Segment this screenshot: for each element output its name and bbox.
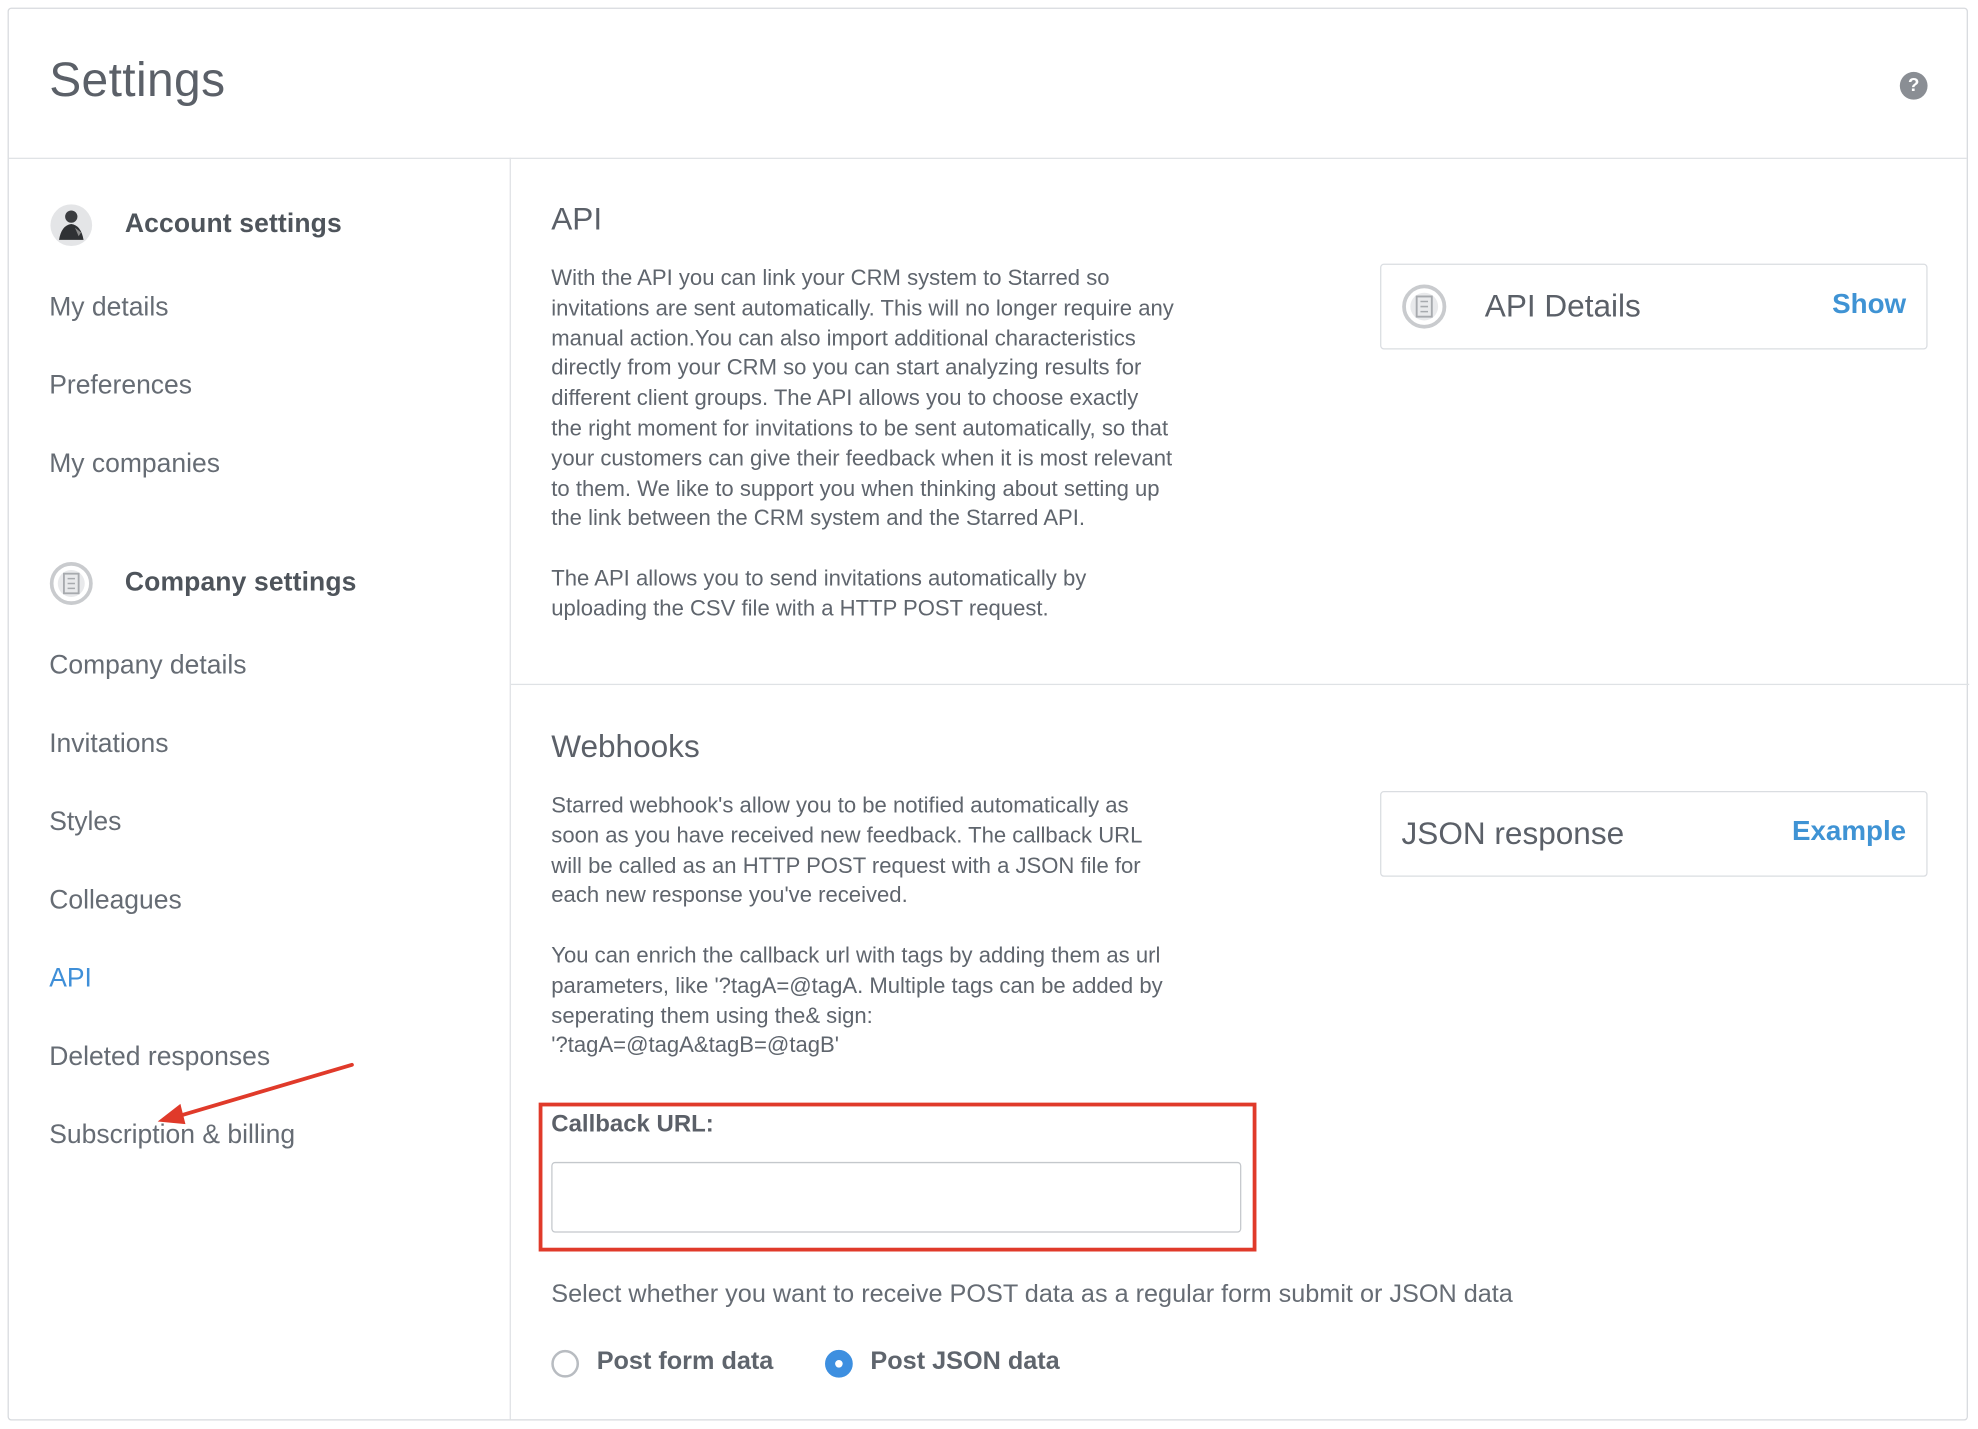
api-description: With the API you can link your CRM syste…: [551, 264, 1174, 534]
webhooks-tags-description: You can enrich the callback url with tag…: [551, 941, 1162, 1061]
api-text-line: uploading the CSV file with a HTTP POST …: [551, 595, 1049, 621]
api-description-2: The API allows you to send invitations a…: [551, 564, 1086, 624]
api-text-line: The API allows you to send invitations a…: [551, 565, 1087, 591]
account-settings-header: Account settings: [49, 201, 491, 251]
annotation-arrow-icon: [157, 1062, 354, 1125]
post-form-data-label[interactable]: Post form data: [597, 1347, 774, 1376]
webhooks-section: Webhooks Starred webhook's allow you to …: [511, 685, 1969, 1429]
callback-url-label: Callback URL:: [551, 1111, 714, 1138]
show-api-details-link[interactable]: Show: [1832, 288, 1906, 321]
user-avatar-icon: [50, 204, 93, 247]
sidebar-item-my-details[interactable]: My details: [49, 293, 168, 323]
sidebar-item-invitations[interactable]: Invitations: [49, 729, 168, 759]
webhooks-text-line: soon as you have received new feedback. …: [551, 822, 1143, 848]
api-section-title: API: [551, 201, 603, 238]
company-settings-label: Company settings: [124, 567, 357, 597]
webhooks-text-line: Starred webhook's allow you to be notifi…: [551, 792, 1129, 818]
json-response-card: JSON response Example: [1380, 791, 1928, 877]
webhooks-text-line: '?tagA=@tagA&tagB=@tagB': [551, 1032, 839, 1058]
sidebar: Account settings My details Preferences …: [9, 157, 511, 1420]
webhooks-text-line: seperating them using the& sign:: [551, 1002, 873, 1028]
sidebar-item-api[interactable]: API: [49, 964, 92, 994]
post-format-instruction: Select whether you want to receive POST …: [551, 1280, 1513, 1309]
page-header: Settings ?: [8, 9, 1967, 159]
api-text-line: the link between the CRM system and the …: [551, 505, 1086, 531]
sidebar-item-my-companies[interactable]: My companies: [49, 449, 220, 479]
sidebar-item-preferences[interactable]: Preferences: [49, 371, 192, 401]
api-text-line: directly from your CRM so you can start …: [551, 355, 1142, 381]
webhooks-text-line: each new response you've received.: [551, 882, 908, 908]
building-icon: [1402, 284, 1447, 329]
building-icon: [49, 562, 93, 605]
api-text-line: the right moment for invitations to be s…: [551, 415, 1169, 441]
account-settings-label: Account settings: [124, 209, 342, 239]
api-text-line: your customers can give their feedback w…: [551, 445, 1173, 471]
api-text-line: manual action.You can also import additi…: [551, 324, 1136, 351]
webhooks-section-title: Webhooks: [551, 729, 700, 765]
sidebar-item-styles[interactable]: Styles: [49, 807, 121, 837]
radio-button-selected[interactable]: [825, 1349, 853, 1378]
stage: Settings ? Account settings My details P…: [0, 0, 1978, 1421]
api-details-title: API Details: [1484, 288, 1641, 325]
post-json-data-label[interactable]: Post JSON data: [870, 1347, 1059, 1376]
callback-url-input[interactable]: [551, 1161, 1242, 1233]
json-example-link[interactable]: Example: [1792, 815, 1906, 848]
webhooks-text-line: will be called as an HTTP POST request w…: [551, 852, 1141, 878]
page-title: Settings: [49, 54, 226, 108]
api-text-line: to them. We like to support you when thi…: [551, 475, 1160, 501]
settings-panel: Settings ? Account settings My details P…: [7, 7, 1970, 1421]
radio-button-unselected[interactable]: [551, 1349, 580, 1378]
sidebar-item-colleagues[interactable]: Colleagues: [49, 886, 182, 916]
sidebar-item-company-details[interactable]: Company details: [49, 651, 246, 681]
api-details-card: API Details Show: [1380, 263, 1928, 350]
api-text-line: invitations are sent automatically. This…: [551, 294, 1174, 321]
company-settings-header: Company settings: [49, 559, 491, 609]
json-response-title: JSON response: [1401, 816, 1625, 852]
webhooks-text-line: You can enrich the callback url with tag…: [551, 942, 1161, 968]
api-text-line: With the API you can link your CRM syste…: [551, 264, 1110, 291]
webhooks-text-line: parameters, like '?tagA=@tagA. Multiple …: [551, 972, 1163, 998]
webhooks-description: Starred webhook's allow you to be notifi…: [551, 791, 1142, 911]
question-circle-icon[interactable]: ?: [1899, 71, 1928, 100]
api-section: API With the API you can link your CRM s…: [510, 158, 1970, 686]
api-text-line: different client groups. The API allows …: [551, 385, 1139, 411]
